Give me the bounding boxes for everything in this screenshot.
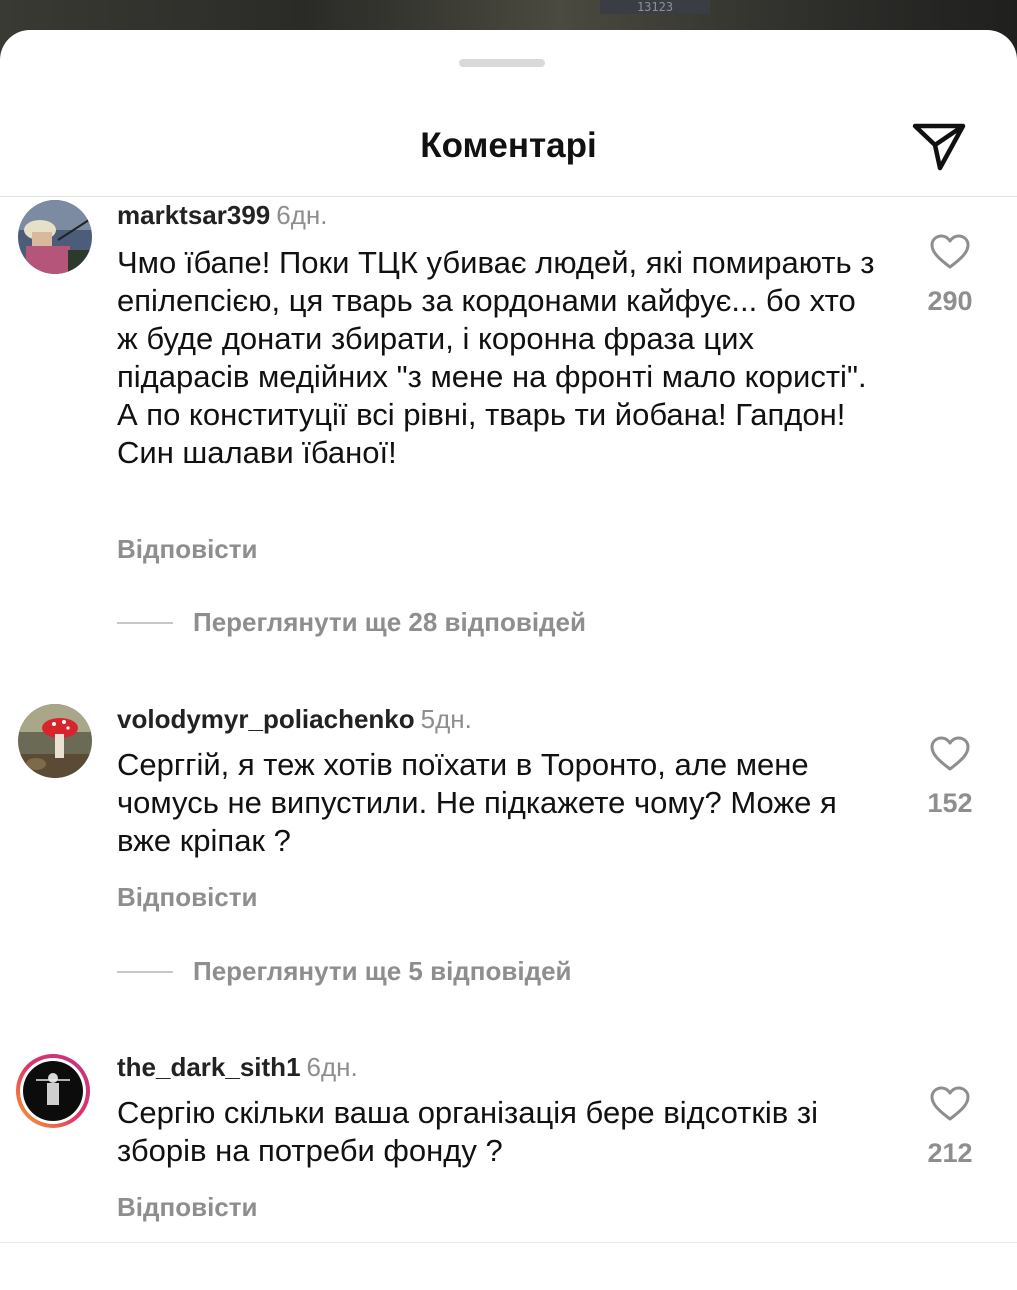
reply-button[interactable]: Відповісти xyxy=(117,534,257,565)
send-icon xyxy=(912,123,966,171)
heart-icon xyxy=(930,1086,970,1121)
comment-text: Чмо їбапе! Поки ТЦК убиває людей, які по… xyxy=(117,245,875,470)
view-replies-button[interactable]: Переглянути ще 28 відповідей xyxy=(117,607,586,638)
reply-button[interactable]: Відповісти xyxy=(117,882,257,913)
avatar[interactable] xyxy=(18,704,92,778)
like-button[interactable]: 212 xyxy=(920,1086,980,1169)
timestamp: 5дн. xyxy=(420,704,472,734)
avatar-with-story-ring[interactable] xyxy=(14,1052,92,1130)
heart-icon xyxy=(930,736,970,771)
comment-text: Сергію скільки ваша організація бере від… xyxy=(117,1095,818,1168)
reply-button[interactable]: Відповісти xyxy=(117,1192,257,1223)
username[interactable]: marktsar399 xyxy=(117,200,270,230)
like-button[interactable]: 152 xyxy=(920,736,980,819)
like-count: 212 xyxy=(927,1138,973,1168)
like-count: 290 xyxy=(927,286,973,316)
background-plate: 13123 xyxy=(600,0,710,14)
avatar[interactable] xyxy=(18,200,92,274)
replies-divider-line xyxy=(117,970,173,973)
header-divider xyxy=(0,196,1017,197)
like-button[interactable]: 290 xyxy=(920,234,980,317)
timestamp: 6дн. xyxy=(306,1052,358,1082)
username[interactable]: volodymyr_poliachenko xyxy=(117,704,415,734)
comment-text: Серггій, я теж хотів поїхати в Торонто, … xyxy=(117,747,837,858)
view-replies-button[interactable]: Переглянути ще 5 відповідей xyxy=(117,956,572,987)
username[interactable]: the_dark_sith1 xyxy=(117,1052,301,1082)
bottom-divider xyxy=(0,1242,1017,1243)
sheet-grabber[interactable] xyxy=(459,59,545,67)
heart-icon xyxy=(930,234,970,269)
page-title: Коментарі xyxy=(420,126,597,165)
replies-divider-line xyxy=(117,621,173,624)
timestamp: 6дн. xyxy=(276,200,328,230)
share-button[interactable] xyxy=(910,118,968,174)
view-replies-label: Переглянути ще 5 відповідей xyxy=(193,956,572,986)
like-count: 152 xyxy=(927,788,973,818)
view-replies-label: Переглянути ще 28 відповідей xyxy=(193,607,586,637)
